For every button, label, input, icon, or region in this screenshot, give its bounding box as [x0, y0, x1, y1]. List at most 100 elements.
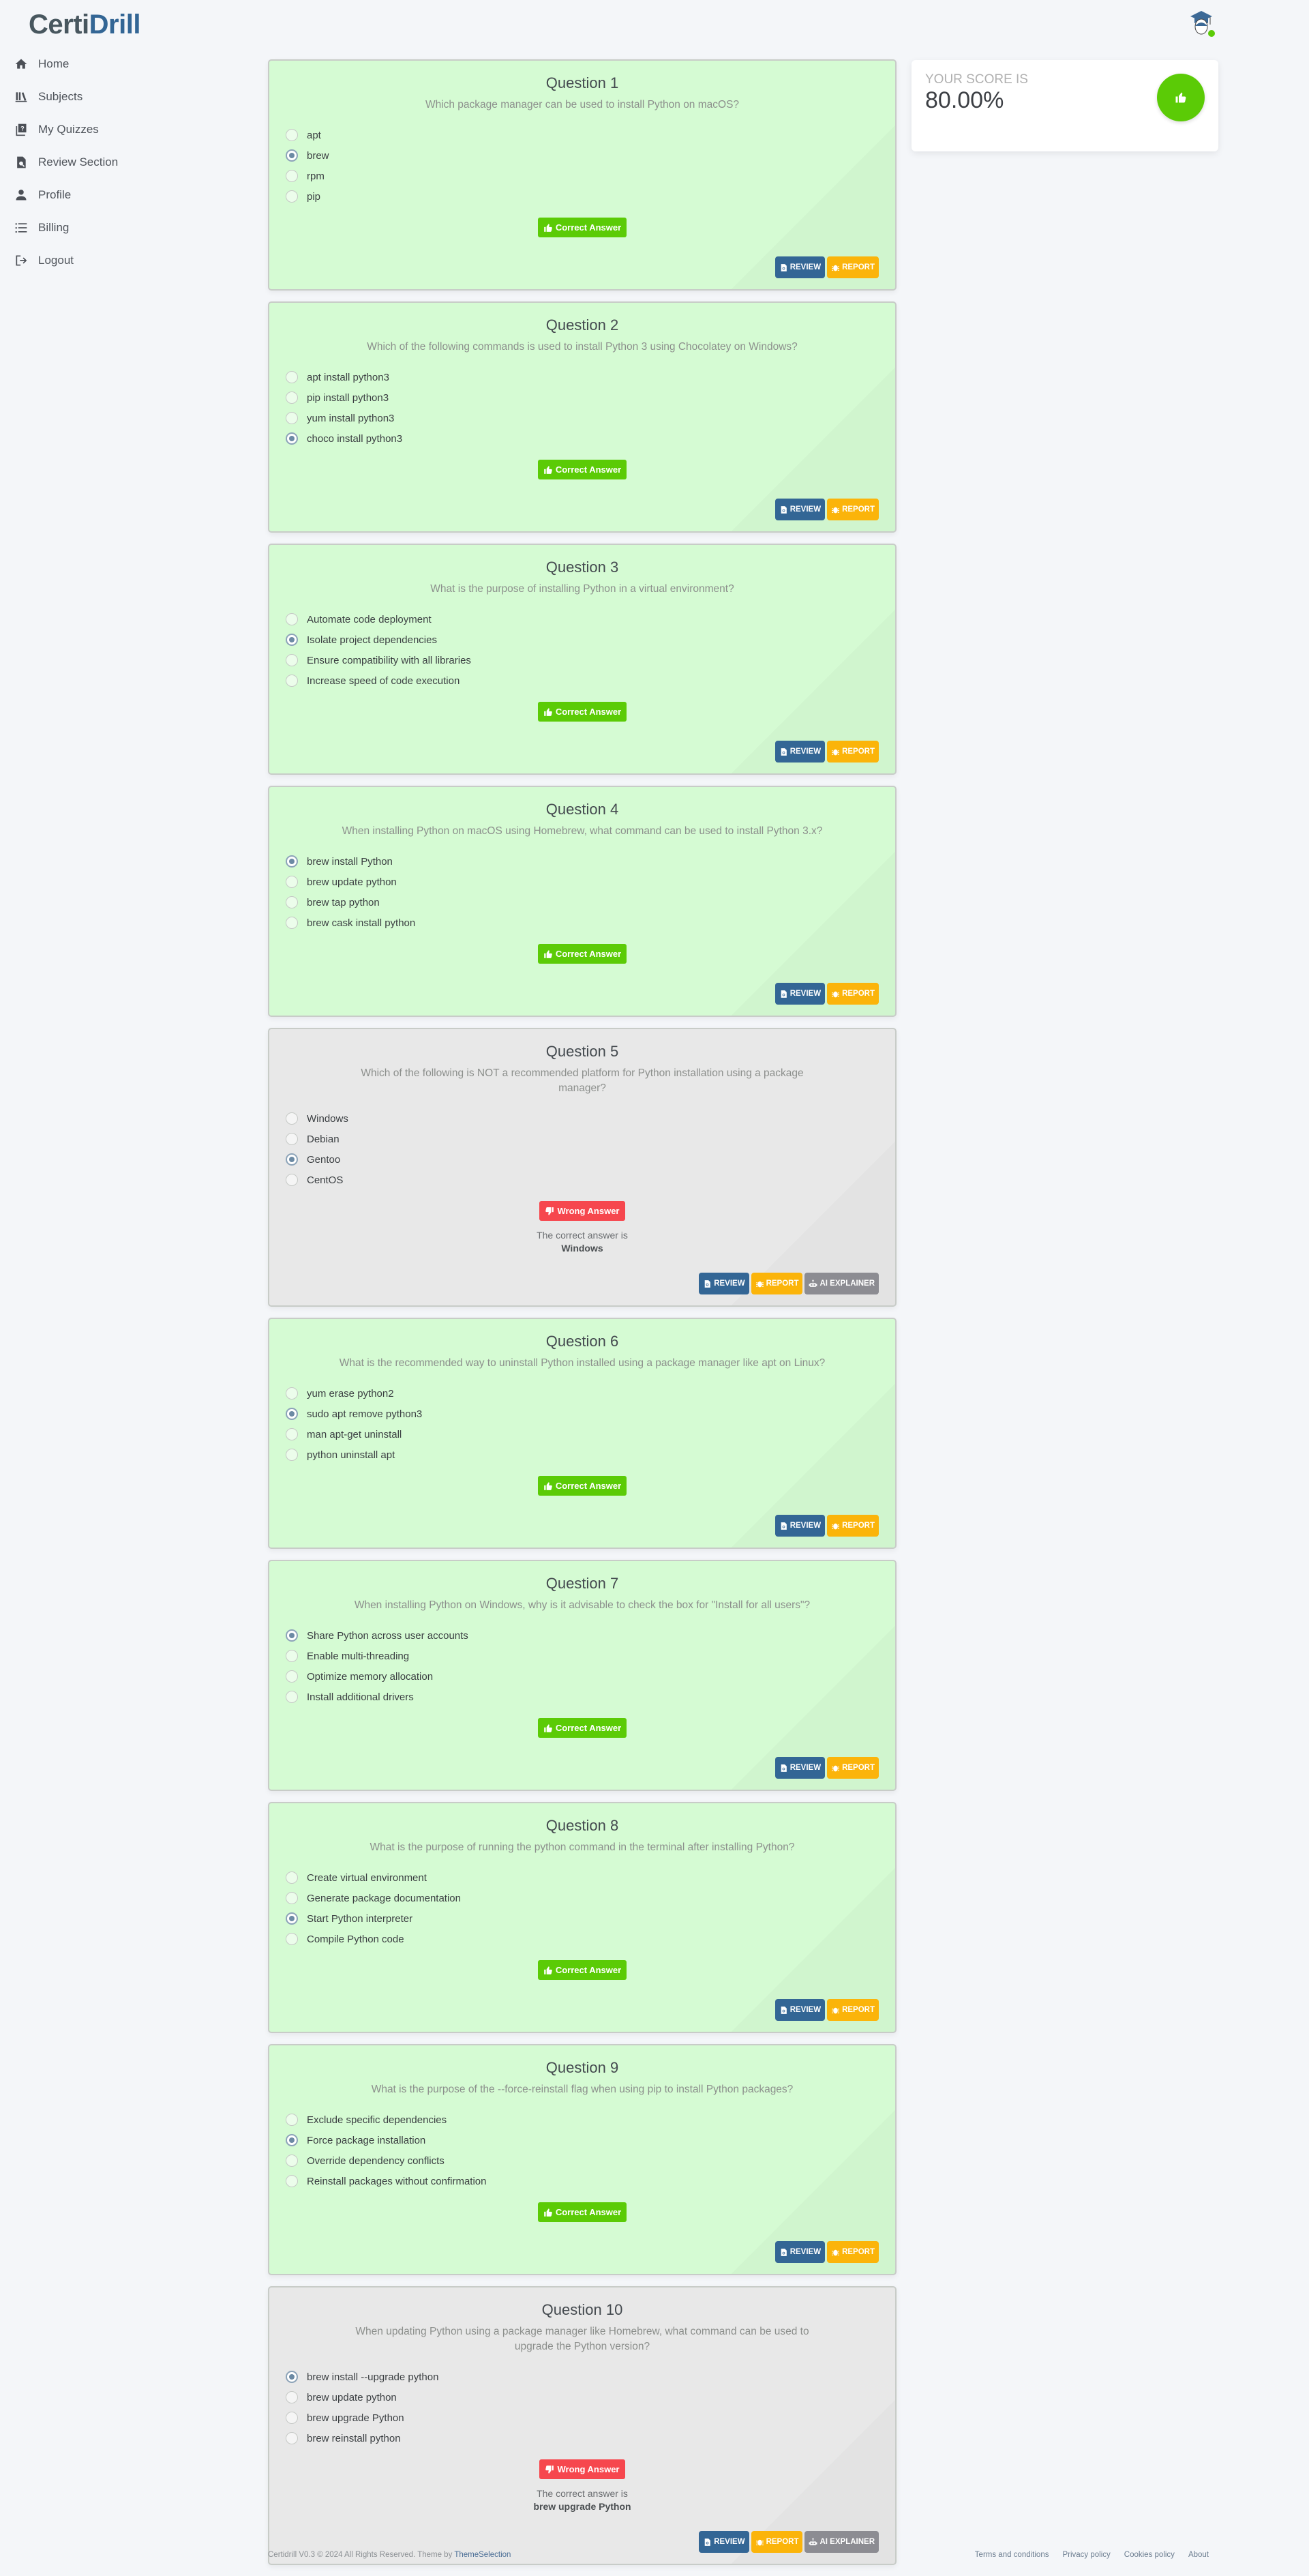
radio-unselected[interactable] — [286, 190, 298, 203]
radio-unselected[interactable] — [286, 613, 298, 625]
radio-unselected[interactable] — [286, 1871, 298, 1884]
review-button[interactable]: REVIEW — [774, 2241, 826, 2263]
report-button[interactable]: REPORT — [827, 256, 879, 278]
report-button[interactable]: REPORT — [751, 1273, 803, 1294]
answer-option[interactable]: Gentoo — [286, 1149, 879, 1170]
answer-option[interactable]: brew tap python — [286, 892, 879, 913]
sidebar-item-home[interactable]: Home — [14, 48, 218, 80]
answer-option[interactable]: choco install python3 — [286, 428, 879, 449]
answer-option[interactable]: Generate package documentation — [286, 1888, 879, 1908]
answer-option[interactable]: sudo apt remove python3 — [286, 1404, 879, 1424]
ai-explainer-button[interactable]: AI EXPLAINER — [804, 2531, 879, 2553]
answer-option[interactable]: man apt-get uninstall — [286, 1424, 879, 1445]
answer-option[interactable]: pip — [286, 186, 879, 207]
report-button[interactable]: REPORT — [751, 2531, 803, 2553]
footer-link-terms[interactable]: Terms and conditions — [975, 2551, 1049, 2559]
radio-unselected[interactable] — [286, 654, 298, 666]
radio-unselected[interactable] — [286, 1112, 298, 1125]
answer-option[interactable]: Install additional drivers — [286, 1687, 879, 1707]
report-button[interactable]: REPORT — [827, 1757, 879, 1779]
radio-selected[interactable] — [286, 2134, 298, 2146]
review-button[interactable]: REVIEW — [774, 499, 826, 520]
answer-option[interactable]: Ensure compatibility with all libraries — [286, 650, 879, 670]
answer-option[interactable]: apt install python3 — [286, 367, 879, 387]
answer-option[interactable]: python uninstall apt — [286, 1445, 879, 1465]
footer-link-privacy[interactable]: Privacy policy — [1062, 2551, 1110, 2559]
review-button[interactable]: REVIEW — [699, 2531, 749, 2553]
radio-unselected[interactable] — [286, 2432, 298, 2444]
report-button[interactable]: REPORT — [827, 741, 879, 763]
answer-option[interactable]: rpm — [286, 166, 879, 186]
review-button[interactable]: REVIEW — [774, 983, 826, 1005]
answer-option[interactable]: Start Python interpreter — [286, 1908, 879, 1929]
answer-option[interactable]: brew install --upgrade python — [286, 2367, 879, 2387]
review-button[interactable]: REVIEW — [774, 1757, 826, 1779]
sidebar-item-review-section[interactable]: Review Section — [14, 146, 218, 179]
radio-unselected[interactable] — [286, 1892, 298, 1904]
report-button[interactable]: REPORT — [827, 499, 879, 520]
review-button[interactable]: REVIEW — [774, 1999, 826, 2021]
answer-option[interactable]: Compile Python code — [286, 1929, 879, 1949]
answer-option[interactable]: Isolate project dependencies — [286, 630, 879, 650]
sidebar-item-billing[interactable]: Billing — [14, 211, 218, 244]
radio-unselected[interactable] — [286, 1670, 298, 1683]
review-button[interactable]: REVIEW — [774, 1515, 826, 1537]
ai-explainer-button[interactable]: AI EXPLAINER — [804, 1273, 879, 1294]
answer-option[interactable]: Enable multi-threading — [286, 1646, 879, 1666]
radio-selected[interactable] — [286, 1408, 298, 1420]
radio-unselected[interactable] — [286, 170, 298, 182]
user-avatar[interactable] — [1188, 8, 1215, 37]
answer-option[interactable]: CentOS — [286, 1170, 879, 1190]
radio-selected[interactable] — [286, 634, 298, 646]
radio-unselected[interactable] — [286, 2412, 298, 2424]
radio-unselected[interactable] — [286, 1174, 298, 1186]
answer-option[interactable]: Share Python across user accounts — [286, 1625, 879, 1646]
answer-option[interactable]: yum install python3 — [286, 408, 879, 428]
answer-option[interactable]: brew cask install python — [286, 913, 879, 933]
sidebar-item-profile[interactable]: Profile — [14, 179, 218, 211]
radio-unselected[interactable] — [286, 1133, 298, 1145]
answer-option[interactable]: Windows — [286, 1108, 879, 1129]
radio-unselected[interactable] — [286, 2114, 298, 2126]
radio-unselected[interactable] — [286, 917, 298, 929]
radio-selected[interactable] — [286, 1629, 298, 1642]
radio-unselected[interactable] — [286, 412, 298, 424]
answer-option[interactable]: Increase speed of code execution — [286, 670, 879, 691]
sidebar-item-my-quizzes[interactable]: ? My Quizzes — [14, 113, 218, 146]
review-button[interactable]: REVIEW — [774, 256, 826, 278]
radio-selected[interactable] — [286, 1912, 298, 1925]
review-button[interactable]: REVIEW — [699, 1273, 749, 1294]
report-button[interactable]: REPORT — [827, 983, 879, 1005]
footer-link-about[interactable]: About — [1188, 2551, 1209, 2559]
radio-unselected[interactable] — [286, 896, 298, 908]
radio-unselected[interactable] — [286, 129, 298, 141]
report-button[interactable]: REPORT — [827, 2241, 879, 2263]
radio-unselected[interactable] — [286, 1933, 298, 1945]
radio-unselected[interactable] — [286, 1691, 298, 1703]
sidebar-item-logout[interactable]: Logout — [14, 244, 218, 277]
radio-unselected[interactable] — [286, 1387, 298, 1400]
radio-selected[interactable] — [286, 432, 298, 445]
answer-option[interactable]: brew — [286, 145, 879, 166]
answer-option[interactable]: pip install python3 — [286, 387, 879, 408]
radio-unselected[interactable] — [286, 2391, 298, 2403]
radio-unselected[interactable] — [286, 876, 298, 888]
answer-option[interactable]: apt — [286, 125, 879, 145]
answer-option[interactable]: brew install Python — [286, 851, 879, 872]
answer-option[interactable]: Reinstall packages without confirmation — [286, 2171, 879, 2191]
answer-option[interactable]: brew update python — [286, 2387, 879, 2408]
radio-unselected[interactable] — [286, 371, 298, 383]
sidebar-item-subjects[interactable]: Subjects — [14, 80, 218, 113]
answer-option[interactable]: brew upgrade Python — [286, 2408, 879, 2428]
radio-selected[interactable] — [286, 855, 298, 868]
radio-unselected[interactable] — [286, 1650, 298, 1662]
radio-unselected[interactable] — [286, 2155, 298, 2167]
answer-option[interactable]: Exclude specific dependencies — [286, 2109, 879, 2130]
footer-link-cookies[interactable]: Cookies policy — [1124, 2551, 1175, 2559]
answer-option[interactable]: Force package installation — [286, 2130, 879, 2150]
radio-unselected[interactable] — [286, 1449, 298, 1461]
app-logo[interactable]: CertiDrill — [29, 10, 140, 40]
radio-unselected[interactable] — [286, 2175, 298, 2187]
review-button[interactable]: REVIEW — [774, 741, 826, 763]
radio-selected[interactable] — [286, 1153, 298, 1166]
